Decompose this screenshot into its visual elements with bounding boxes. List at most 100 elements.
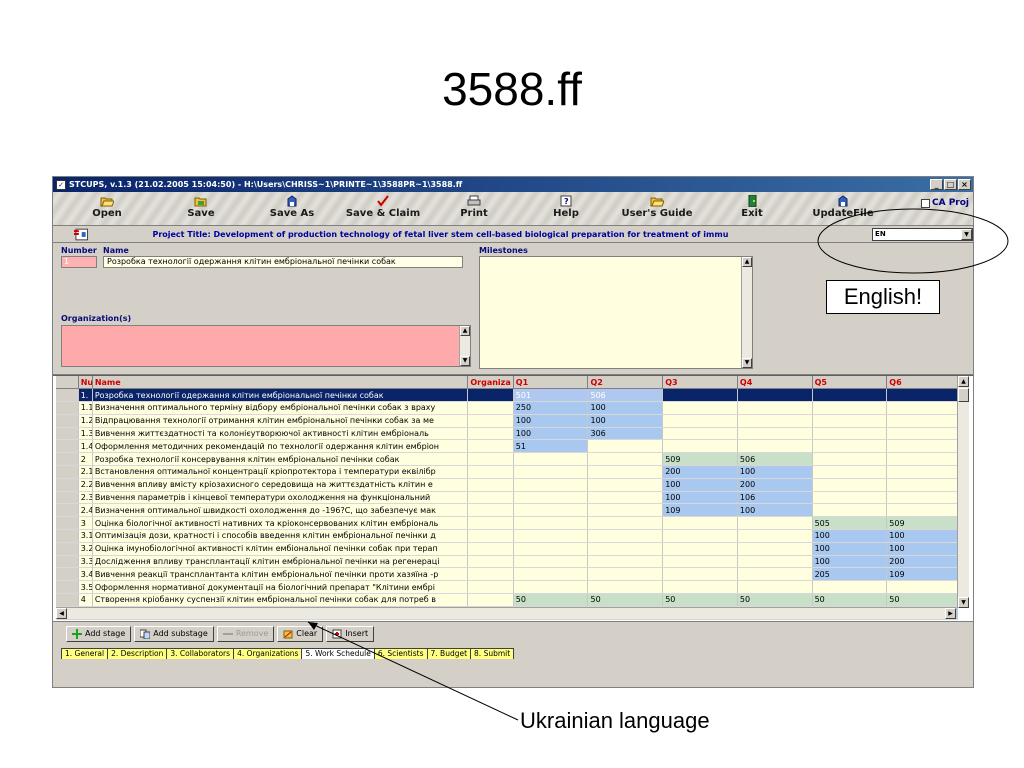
row-selector[interactable] — [56, 529, 79, 543]
cell-organization[interactable] — [467, 414, 514, 428]
cell-q5[interactable] — [812, 401, 888, 415]
cell-q3[interactable] — [662, 529, 738, 543]
tab-work-schedule[interactable]: 5. Work Schedule — [301, 648, 375, 659]
cell-q6[interactable] — [886, 503, 958, 518]
exit-button[interactable]: Exit — [737, 195, 767, 219]
cell-q4[interactable] — [737, 516, 813, 531]
cell-q2[interactable] — [587, 452, 664, 467]
table-row[interactable]: 3.2 Оцінка імунобіологічної активності кл… — [56, 542, 958, 556]
cell-q6[interactable]: 50 — [886, 593, 958, 607]
row-selector[interactable] — [56, 491, 79, 505]
print-button[interactable]: Print — [457, 195, 491, 219]
row-selector[interactable] — [56, 427, 79, 441]
cell-organization[interactable] — [467, 567, 514, 582]
cell-q6[interactable] — [886, 414, 958, 428]
cell-q5[interactable] — [812, 414, 888, 428]
cell-q1[interactable]: 250 — [513, 401, 589, 415]
cell-q2[interactable]: 506 — [587, 388, 664, 403]
cell-organization[interactable] — [467, 478, 514, 492]
row-selector[interactable] — [56, 593, 79, 607]
cell-q5[interactable]: 100 — [812, 542, 888, 556]
tab-organizations[interactable]: 4. Organizations — [233, 648, 303, 659]
cell-organization[interactable] — [467, 555, 514, 569]
cell-q4[interactable] — [737, 555, 813, 569]
cell-q2[interactable] — [587, 580, 664, 595]
cell-q4[interactable] — [737, 414, 813, 428]
cell-q4[interactable] — [737, 580, 813, 595]
cell-q6[interactable]: 100 — [886, 542, 958, 556]
row-selector[interactable] — [56, 503, 79, 518]
cell-q2[interactable] — [587, 503, 664, 518]
users-guide-button[interactable]: User's Guide — [619, 195, 695, 219]
cell-q1[interactable]: 501 — [513, 388, 589, 403]
header-q3[interactable]: Q3 — [662, 376, 738, 390]
help-button[interactable]: ? Help — [549, 195, 583, 219]
scroll-left-icon[interactable]: ◀ — [56, 608, 67, 619]
cell-name[interactable]: Вивчення реакції трансплантанта клітин е… — [92, 567, 469, 582]
cell-number[interactable]: 1.1 — [78, 401, 93, 415]
cell-q3[interactable]: 509 — [662, 452, 738, 467]
cell-q6[interactable]: 109 — [886, 567, 958, 582]
cell-name[interactable]: Відпрацювання технології отримання кліти… — [92, 414, 469, 428]
cell-q4[interactable]: 50 — [737, 593, 813, 607]
cell-q6[interactable] — [886, 439, 958, 454]
row-selector[interactable] — [56, 478, 79, 492]
table-row[interactable]: 2.4 Визначення оптимальної швидкості охол… — [56, 503, 958, 518]
cell-q5[interactable] — [812, 580, 888, 595]
tab-submit[interactable]: 8. Submit — [470, 648, 515, 659]
cell-q2[interactable] — [587, 516, 664, 531]
table-row[interactable]: 1.1 Визначення оптимального терміну відбо… — [56, 401, 958, 415]
scroll-thumb[interactable] — [958, 388, 969, 402]
table-row[interactable]: 4 Створення кріобанку суспензії клітин ем… — [56, 593, 958, 607]
row-selector[interactable] — [56, 414, 79, 428]
cell-name[interactable]: Визначення оптимального терміну відбору … — [92, 401, 469, 415]
cell-q6[interactable] — [886, 401, 958, 415]
cell-number[interactable]: 3 — [78, 516, 93, 531]
cell-q3[interactable] — [662, 542, 738, 556]
cell-q3[interactable] — [662, 388, 738, 403]
cell-q5[interactable]: 100 — [812, 555, 888, 569]
cell-number[interactable]: 2.1 — [78, 465, 93, 479]
row-selector[interactable] — [56, 567, 79, 582]
scroll-up-icon[interactable]: ▲ — [958, 376, 969, 387]
header-organization[interactable]: Organiza — [467, 376, 514, 390]
header-name[interactable]: Name — [92, 376, 469, 390]
grid-vertical-scrollbar[interactable]: ▲ ▼ — [957, 376, 969, 608]
cell-name[interactable]: Вивчення життєздатності та колонієутворю… — [92, 427, 469, 441]
cell-q5[interactable] — [812, 388, 888, 403]
table-row[interactable]: 1.4 Оформлення методичних рекомендацій по… — [56, 439, 958, 454]
cell-q4[interactable] — [737, 401, 813, 415]
cell-q2[interactable] — [587, 567, 664, 582]
milestones-field[interactable]: ▲ ▼ — [479, 256, 753, 369]
cell-q5[interactable]: 205 — [812, 567, 888, 582]
cell-q5[interactable] — [812, 478, 888, 492]
cell-q4[interactable] — [737, 427, 813, 441]
grid-horizontal-scrollbar[interactable]: ◀ ▶ — [56, 607, 956, 619]
cell-number[interactable]: 3.3 — [78, 555, 93, 569]
minimize-button[interactable]: _ — [930, 179, 943, 190]
cell-q3[interactable] — [662, 567, 738, 582]
insert-button[interactable]: Insert — [326, 625, 375, 642]
row-selector[interactable] — [56, 401, 79, 415]
cell-q1[interactable] — [513, 529, 589, 543]
cell-q1[interactable]: 50 — [513, 593, 589, 607]
cell-number[interactable]: 1.2 — [78, 414, 93, 428]
milestones-scrollbar[interactable]: ▲ ▼ — [741, 257, 752, 368]
header-q2[interactable]: Q2 — [587, 376, 664, 390]
table-row[interactable]: 1. Розробка технології одержання клітин е… — [56, 388, 958, 403]
row-selector[interactable] — [56, 439, 79, 454]
cell-organization[interactable] — [467, 465, 514, 479]
cell-q3[interactable] — [662, 516, 738, 531]
open-button[interactable]: Open — [89, 195, 125, 219]
row-selector[interactable] — [56, 465, 79, 479]
cell-name[interactable]: Визначення оптимальної швидкості охолодж… — [92, 503, 469, 518]
cell-q2[interactable] — [587, 465, 664, 479]
remove-button[interactable]: Remove — [216, 625, 275, 642]
cell-number[interactable]: 3.2 — [78, 542, 93, 556]
cell-q5[interactable] — [812, 465, 888, 479]
header-q1[interactable]: Q1 — [513, 376, 589, 390]
cell-name[interactable]: Оцінка біологічної активності нативних т… — [92, 516, 469, 531]
cell-number[interactable]: 4 — [78, 593, 93, 607]
cell-q3[interactable] — [662, 414, 738, 428]
cell-q3[interactable] — [662, 580, 738, 595]
